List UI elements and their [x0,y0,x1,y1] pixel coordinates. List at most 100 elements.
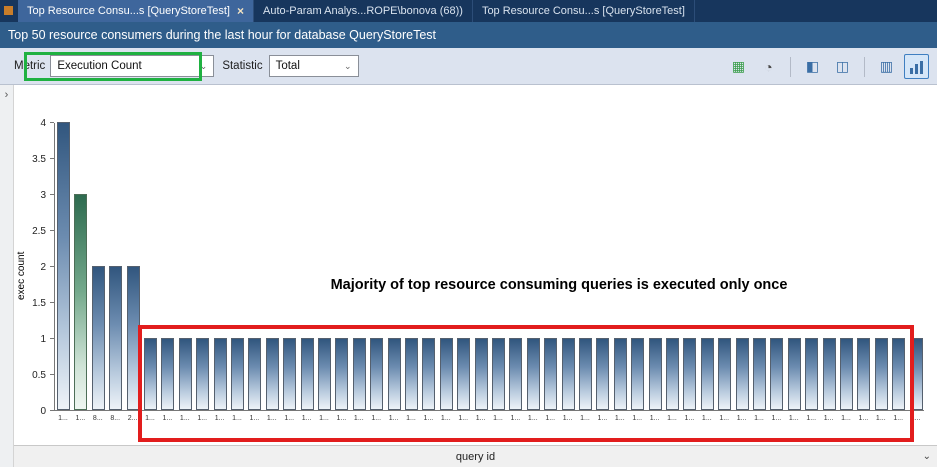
bar-query-25[interactable] [492,338,505,410]
bar-query-0[interactable] [57,122,70,410]
x-tick-label: 1... [193,415,211,422]
tab-top-resource-consumers-1[interactable]: Top Resource Consu...s [QueryStoreTest] … [18,0,254,22]
window-split-button[interactable]: ◫ [830,54,855,79]
metric-dropdown[interactable]: Execution Count ⌄ [50,55,214,77]
bar-query-36[interactable] [683,338,696,410]
x-tick-label: 1... [71,415,89,422]
y-tick-label: 2.5 [32,226,46,237]
bar-query-35[interactable] [666,338,679,410]
bar-query-44[interactable] [823,338,836,410]
bar-query-6[interactable] [161,338,174,410]
bar-query-29[interactable] [562,338,575,410]
window-split-icon: ◫ [836,58,849,75]
bar-query-4[interactable] [127,266,140,410]
bar-query-40[interactable] [753,338,766,410]
bar-query-49[interactable] [910,338,923,410]
bar-query-16[interactable] [335,338,348,410]
x-tick-label: 1... [646,415,664,422]
x-tick-label: 1... [245,415,263,422]
x-tick-label: 1... [454,415,472,422]
bar-query-17[interactable] [353,338,366,410]
bar-query-21[interactable] [422,338,435,410]
bar-query-27[interactable] [527,338,540,410]
bar-query-7[interactable] [179,338,192,410]
bar-query-12[interactable] [266,338,279,410]
app-icon [4,6,13,15]
bar-query-1[interactable] [74,194,87,410]
x-axis-dropdown-chevron-icon[interactable]: ⌄ [923,451,931,462]
bar-query-14[interactable] [301,338,314,410]
x-tick-label: 8... [106,415,124,422]
bar-query-23[interactable] [457,338,470,410]
x-tick-label: 1... [402,415,420,422]
x-tick-label: 2... [124,415,142,422]
collapse-pane-arrow-icon: › [5,89,9,101]
bar-query-2[interactable] [92,266,105,410]
x-tick-label: 1... [663,415,681,422]
timer-icon: ◔ [764,59,772,75]
bar-query-43[interactable] [805,338,818,410]
x-tick-label: 1... [437,415,455,422]
bar-query-19[interactable] [388,338,401,410]
bar-query-18[interactable] [370,338,383,410]
bar-query-33[interactable] [631,338,644,410]
chart-view-button[interactable] [904,54,929,79]
bar-query-48[interactable] [892,338,905,410]
x-tick-label: 1... [767,415,785,422]
x-tick-label: 1... [280,415,298,422]
bar-query-38[interactable] [718,338,731,410]
bar-query-8[interactable] [196,338,209,410]
bar-query-26[interactable] [509,338,522,410]
x-tick-label: 1... [837,415,855,422]
bar-query-41[interactable] [770,338,783,410]
bar-query-46[interactable] [857,338,870,410]
x-tick-label: 1... [176,415,194,422]
bar-query-30[interactable] [579,338,592,410]
collapse-pane-handle[interactable]: › [0,85,14,467]
bar-query-22[interactable] [440,338,453,410]
tab-auto-param-analysis[interactable]: Auto-Param Analys...ROPE\bonova (68)) [254,0,473,22]
x-tick-label: 1... [141,415,159,422]
bar-query-42[interactable] [788,338,801,410]
toolbar: Metric Execution Count ⌄ Statistic Total… [0,48,937,85]
bar-query-3[interactable] [109,266,122,410]
refresh-grid-button[interactable]: ▦ [726,54,751,79]
x-tick-label: 1... [907,415,925,422]
bar-query-24[interactable] [475,338,488,410]
chart-pivot-button[interactable]: ◧ [800,54,825,79]
main-region: › exec count 00.511.522.533.54 1...1...8… [0,85,937,467]
x-axis-bar: query id ⌄ [14,445,937,467]
grid-view-button[interactable]: ▥ [874,54,899,79]
bar-query-39[interactable] [736,338,749,410]
toolbar-separator [864,57,865,77]
x-tick-label: 1... [54,415,72,422]
x-tick-label: 1... [785,415,803,422]
bar-query-11[interactable] [248,338,261,410]
x-tick-label: 1... [750,415,768,422]
bar-query-32[interactable] [614,338,627,410]
bar-query-10[interactable] [231,338,244,410]
statistic-dropdown[interactable]: Total ⌄ [269,55,359,77]
x-tick-label: 1... [506,415,524,422]
bar-query-28[interactable] [544,338,557,410]
bar-query-13[interactable] [283,338,296,410]
bar-query-47[interactable] [875,338,888,410]
close-icon[interactable]: × [237,5,244,17]
bar-query-45[interactable] [840,338,853,410]
refresh-grid-icon: ▦ [732,58,745,75]
x-tick-label: 1... [715,415,733,422]
tab-top-resource-consumers-2[interactable]: Top Resource Consu...s [QueryStoreTest] [473,0,695,22]
bar-query-31[interactable] [596,338,609,410]
x-tick-label: 1... [315,415,333,422]
bar-query-20[interactable] [405,338,418,410]
x-tick-label: 1... [472,415,490,422]
bar-query-37[interactable] [701,338,714,410]
bar-query-34[interactable] [649,338,662,410]
bar-query-9[interactable] [214,338,227,410]
bar-query-5[interactable] [144,338,157,410]
y-tick-label: 0.5 [32,370,46,381]
bar-query-15[interactable] [318,338,331,410]
auto-refresh-button[interactable]: ◔ [756,54,781,79]
x-tick-label: 1... [733,415,751,422]
x-axis-label: query id [14,451,937,463]
